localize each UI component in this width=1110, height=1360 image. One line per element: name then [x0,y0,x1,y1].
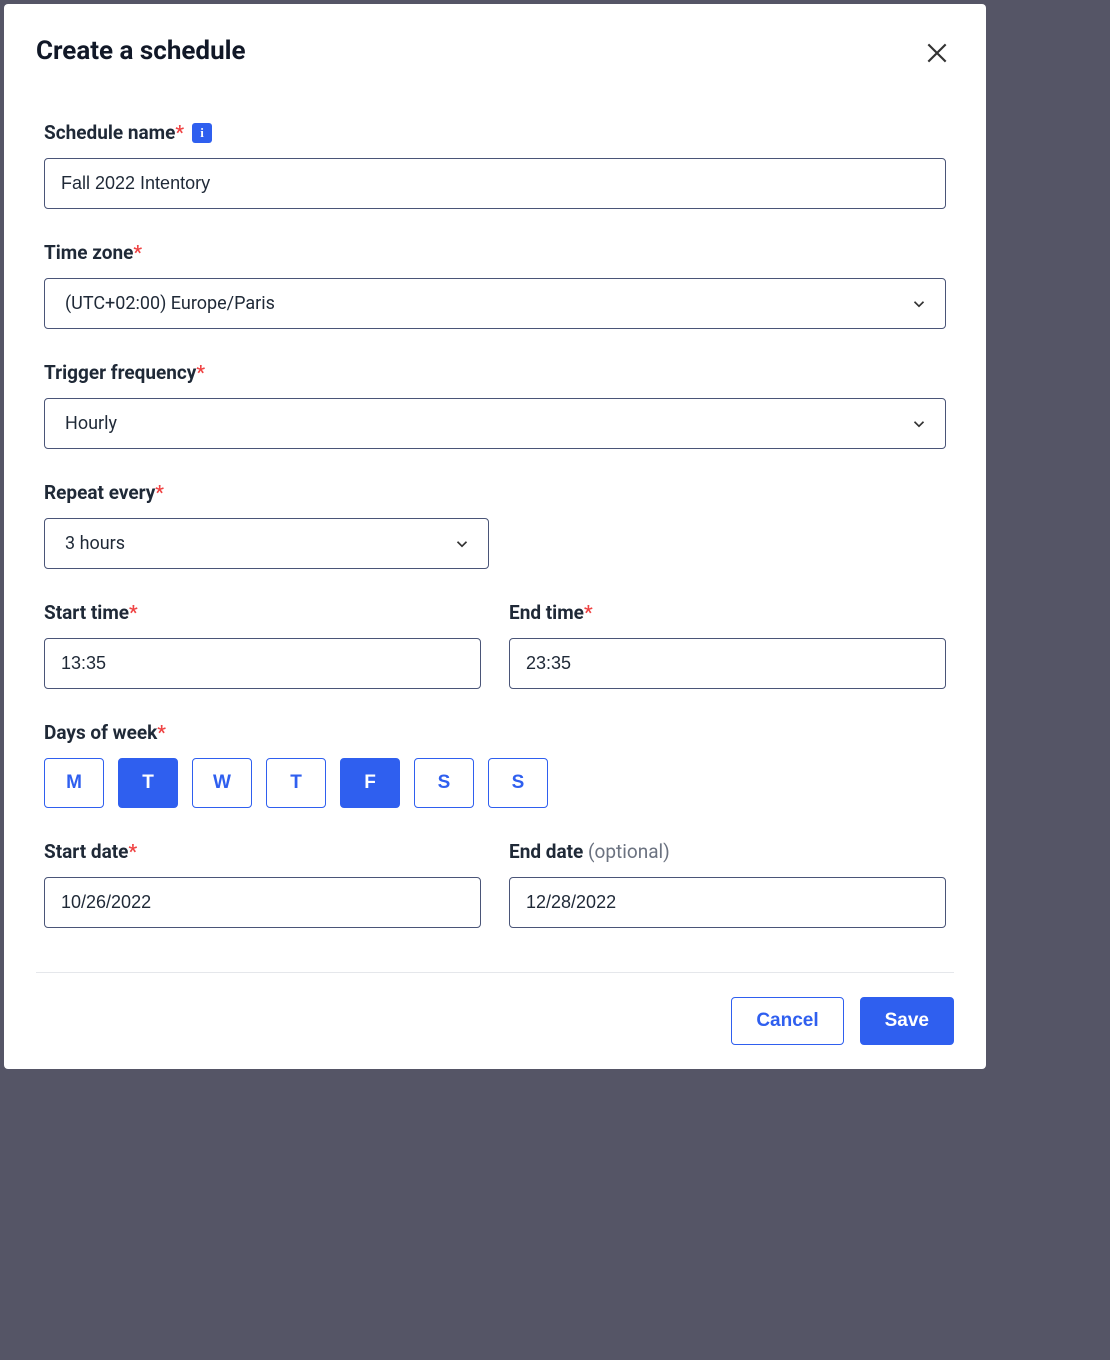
repeat-every-group: Repeat every* 3 hours [44,481,946,569]
time-row: Start time* End time* [44,601,946,721]
save-button[interactable]: Save [860,997,954,1045]
label-text: Start date [44,840,128,863]
start-time-input[interactable] [44,638,481,689]
trigger-frequency-label: Trigger frequency* [44,361,946,384]
days-of-week-group: Days of week* M T W T F S S [44,721,946,808]
create-schedule-modal: Create a schedule Schedule name* i Time … [4,4,986,1069]
cancel-button[interactable]: Cancel [731,997,843,1045]
required-marker: * [175,121,184,144]
close-button[interactable] [920,36,954,73]
time-zone-label: Time zone* [44,241,946,264]
start-time-group: Start time* [44,601,481,689]
required-marker: * [157,721,166,744]
label-text: Trigger frequency [44,361,196,384]
day-thursday[interactable]: T [266,758,326,808]
required-marker: * [155,481,164,504]
trigger-frequency-select-wrapper: Hourly [44,398,946,449]
optional-marker: (optional) [588,840,670,863]
trigger-frequency-group: Trigger frequency* Hourly [44,361,946,449]
repeat-every-label: Repeat every* [44,481,946,504]
label-text: End time [509,601,584,624]
day-tuesday[interactable]: T [118,758,178,808]
schedule-name-group: Schedule name* i [44,121,946,209]
modal-footer: Cancel Save [36,972,954,1045]
required-marker: * [584,601,593,624]
required-marker: * [129,601,138,624]
day-monday[interactable]: M [44,758,104,808]
start-time-label: Start time* [44,601,481,624]
close-icon [924,40,950,66]
repeat-every-select-wrapper: 3 hours [44,518,489,569]
info-icon[interactable]: i [192,123,212,143]
days-row: M T W T F S S [44,758,946,808]
day-friday[interactable]: F [340,758,400,808]
end-date-label: End date (optional) [509,840,946,863]
required-marker: * [128,840,137,863]
start-date-input[interactable] [44,877,481,928]
start-date-label: Start date* [44,840,481,863]
schedule-name-label: Schedule name* i [44,121,946,144]
modal-title: Create a schedule [36,36,246,66]
time-zone-select[interactable]: (UTC+02:00) Europe/Paris [44,278,946,329]
end-date-input[interactable] [509,877,946,928]
end-time-group: End time* [509,601,946,689]
day-wednesday[interactable]: W [192,758,252,808]
time-zone-select-wrapper: (UTC+02:00) Europe/Paris [44,278,946,329]
day-sunday[interactable]: S [488,758,548,808]
days-of-week-label: Days of week* [44,721,946,744]
trigger-frequency-select[interactable]: Hourly [44,398,946,449]
label-text: Repeat every [44,481,155,504]
required-marker: * [196,361,205,384]
repeat-every-select[interactable]: 3 hours [44,518,489,569]
start-date-group: Start date* [44,840,481,928]
end-date-group: End date (optional) [509,840,946,928]
label-text: Start time [44,601,129,624]
end-time-input[interactable] [509,638,946,689]
form-body: Schedule name* i Time zone* (UTC+02:00) … [36,121,954,960]
schedule-name-input[interactable] [44,158,946,209]
end-time-label: End time* [509,601,946,624]
required-marker: * [133,241,142,264]
label-text: Time zone [44,241,133,264]
label-text: Days of week [44,721,157,744]
modal-header: Create a schedule [36,36,954,73]
day-saturday[interactable]: S [414,758,474,808]
label-text: Schedule name [44,121,175,144]
time-zone-group: Time zone* (UTC+02:00) Europe/Paris [44,241,946,329]
date-row: Start date* End date (optional) [44,840,946,960]
label-text: End date [509,840,583,863]
